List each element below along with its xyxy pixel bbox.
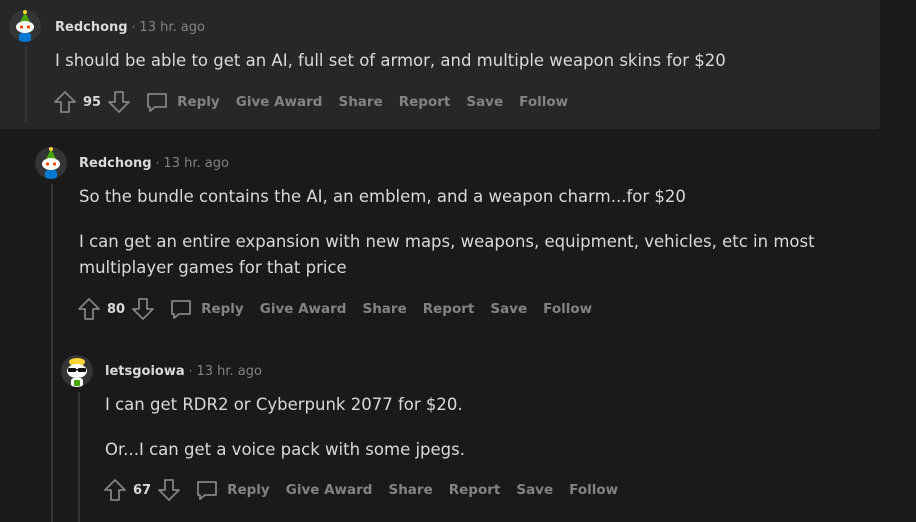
follow-button[interactable]: Follow: [519, 94, 568, 110]
thread-line-1[interactable]: [25, 46, 27, 122]
snoo-avatar-icon: [35, 147, 67, 179]
comment-meta: Redchong · 13 hr. ago: [55, 19, 205, 36]
thread-line-3[interactable]: [78, 392, 80, 522]
report-button[interactable]: Report: [399, 94, 451, 110]
comment-paragraph: So the bundle contains the AI, an emblem…: [79, 187, 686, 206]
avatar[interactable]: [9, 10, 41, 42]
reply-label: Reply: [227, 482, 270, 498]
upvote-icon[interactable]: [53, 90, 77, 114]
give-award-button[interactable]: Give Award: [260, 301, 347, 317]
reply-bubble-icon: [147, 93, 167, 112]
comment-actions: 95 Reply Give Award Share Report Save Fo…: [53, 89, 584, 115]
comment-actions: 80 Reply Give Award Share Report Save Fo…: [77, 296, 608, 322]
downvote-icon[interactable]: [107, 90, 131, 114]
vote-score: 67: [133, 482, 152, 498]
author-link[interactable]: Redchong: [79, 156, 152, 171]
reply-bubble-icon: [197, 481, 217, 500]
meta-separator: ·: [188, 364, 193, 378]
downvote-icon[interactable]: [157, 478, 181, 502]
report-button[interactable]: Report: [449, 482, 501, 498]
share-button[interactable]: Share: [338, 94, 382, 110]
give-award-button[interactable]: Give Award: [286, 482, 373, 498]
meta-separator: ·: [155, 156, 160, 170]
upvote-icon[interactable]: [77, 297, 101, 321]
reply-button[interactable]: Reply: [195, 478, 270, 502]
share-button[interactable]: Share: [388, 482, 432, 498]
save-button[interactable]: Save: [466, 94, 503, 110]
reply-button[interactable]: Reply: [169, 297, 244, 321]
comment-actions: 67 Reply Give Award Share Report Save Fo…: [103, 477, 634, 503]
timestamp[interactable]: 13 hr. ago: [139, 20, 205, 35]
upvote-icon[interactable]: [103, 478, 127, 502]
save-button[interactable]: Save: [516, 482, 553, 498]
save-button[interactable]: Save: [490, 301, 527, 317]
timestamp[interactable]: 13 hr. ago: [163, 156, 229, 171]
reply-label: Reply: [177, 94, 220, 110]
vote-score: 95: [83, 94, 102, 110]
comment-meta: letsgoiowa · 13 hr. ago: [105, 363, 262, 380]
comment-paragraph: Or...I can get a voice pack with some jp…: [105, 440, 465, 459]
reply-bubble-icon: [171, 300, 191, 319]
author-link[interactable]: Redchong: [55, 20, 128, 35]
comment-paragraph: I should be able to get an AI, full set …: [55, 51, 726, 70]
reply-label: Reply: [201, 301, 244, 317]
comment-body: I can get RDR2 or Cyberpunk 2077 for $20…: [105, 392, 865, 463]
comment-paragraph: I can get an entire expansion with new m…: [79, 232, 815, 277]
avatar[interactable]: [35, 147, 67, 179]
timestamp[interactable]: 13 hr. ago: [196, 364, 262, 379]
follow-button[interactable]: Follow: [569, 482, 618, 498]
meta-separator: ·: [131, 20, 136, 34]
author-link[interactable]: letsgoiowa: [105, 364, 185, 379]
reply-button[interactable]: Reply: [145, 90, 220, 114]
downvote-icon[interactable]: [131, 297, 155, 321]
avatar[interactable]: [61, 355, 93, 387]
report-button[interactable]: Report: [423, 301, 475, 317]
give-award-button[interactable]: Give Award: [236, 94, 323, 110]
thread-line-2[interactable]: [51, 184, 53, 522]
share-button[interactable]: Share: [362, 301, 406, 317]
snoo-avatar-icon: [9, 10, 41, 42]
comment-meta: Redchong · 13 hr. ago: [79, 155, 229, 172]
snoo-sunglasses-avatar-icon: [61, 355, 93, 387]
comment-body: So the bundle contains the AI, an emblem…: [79, 184, 839, 281]
comment-body: I should be able to get an AI, full set …: [55, 48, 855, 74]
comment-paragraph: I can get RDR2 or Cyberpunk 2077 for $20…: [105, 395, 463, 414]
vote-score: 80: [107, 301, 126, 317]
follow-button[interactable]: Follow: [543, 301, 592, 317]
